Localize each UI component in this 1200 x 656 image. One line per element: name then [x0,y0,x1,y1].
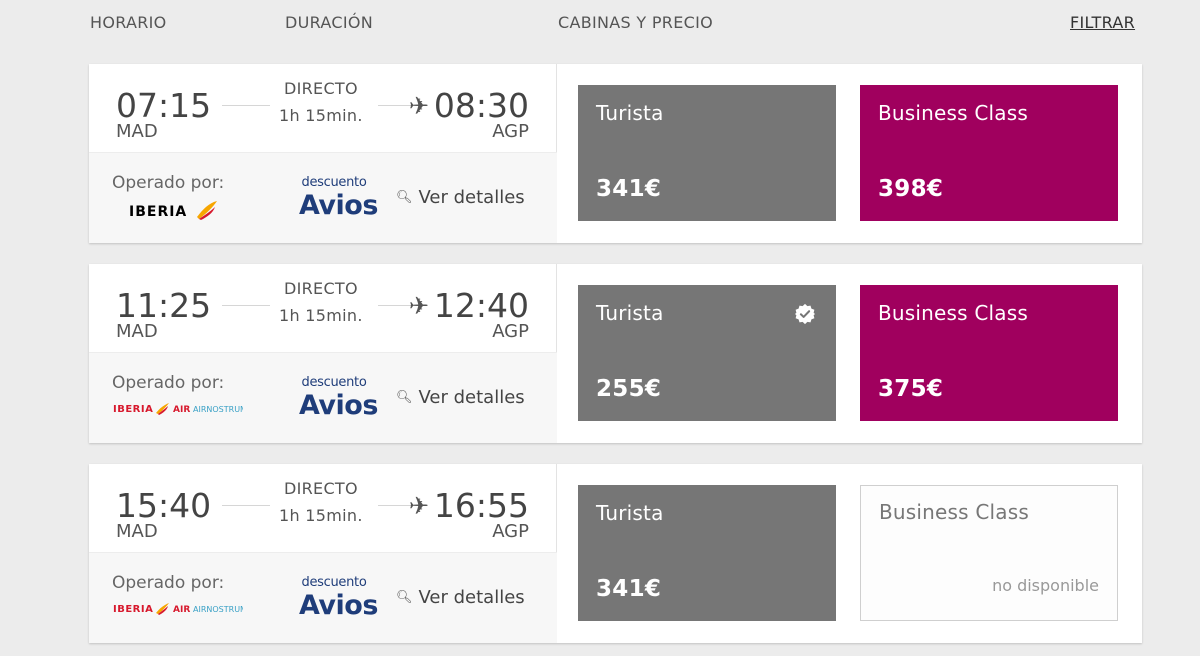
avios-discount-logo: descuento Avios [299,575,378,621]
duration-label: 1h 15min. [279,306,363,325]
view-details-link[interactable]: 🔍︎ Ver detalles [396,187,525,208]
iberia-airnostrum-logo: IBERIA AIR AIRNOSTRUM [113,597,247,621]
fare-name: Business Class [878,301,1028,325]
flight-extra: Operado por: IBERIA AIR AIRNOSTRUM descu… [89,352,557,443]
route-line [378,505,412,506]
column-header-duracion: DURACIÓN [285,13,374,32]
iberia-logo: IBERIA [113,197,223,221]
avios-discount-label: descuento [301,175,367,190]
fare-business-unavailable: Business Class no disponible [860,485,1118,621]
check-badge-icon [794,303,816,325]
search-icon: 🔍︎ [396,590,413,605]
stops-label: DIRECTO [284,79,358,98]
iberia-airnostrum-logo: IBERIA AIR AIRNOSTRUM [113,397,247,421]
svg-text:AIR: AIR [173,605,190,615]
search-icon: 🔍︎ [396,390,413,405]
route-line [222,305,270,306]
departure-time: 11:25 [116,286,212,325]
arrival-airport: AGP [492,321,529,342]
fare-name: Turista [596,301,664,325]
operated-by-label: Operado por: [112,573,225,593]
fare-business[interactable]: Business Class 398€ [860,85,1118,221]
flight-extra: Operado por: IBERIA descuento Avios 🔍︎ Ve… [89,152,557,243]
route-line [378,305,412,306]
plane-icon: ✈ [409,492,430,520]
unavailable-label: no disponible [992,576,1099,595]
duration-label: 1h 15min. [279,106,363,125]
fare-name: Turista [596,101,664,125]
fare-price: 341€ [596,176,662,202]
view-details-label: Ver detalles [418,187,525,208]
route-line [222,105,270,106]
fare-turista[interactable]: Turista 341€ [578,85,836,221]
flight-card: 11:25 MAD DIRECTO 1h 15min. ✈ 12:40 AGP … [89,264,1142,443]
search-icon: 🔍︎ [396,190,413,205]
departure-time: 07:15 [116,86,212,125]
arrival-airport: AGP [492,121,529,142]
departure-time: 15:40 [116,486,212,525]
duration-label: 1h 15min. [279,506,363,525]
avios-discount-logo: descuento Avios [299,175,378,221]
svg-text:AIRNOSTRUM: AIRNOSTRUM [193,605,243,614]
fare-name: Business Class [878,101,1028,125]
fare-turista[interactable]: Turista 255€ [578,285,836,421]
avios-discount-label: descuento [301,375,367,390]
arrival-time: 16:55 [433,486,529,525]
flight-card: 15:40 MAD DIRECTO 1h 15min. ✈ 16:55 AGP … [89,464,1142,643]
results-header: HORARIO DURACIÓN CABINAS Y PRECIO FILTRA… [0,0,1200,48]
fare-price: 375€ [878,376,944,402]
departure-airport: MAD [116,321,158,342]
operated-by-label: Operado por: [112,373,225,393]
view-details-link[interactable]: 🔍︎ Ver detalles [396,587,525,608]
svg-text:IBERIA: IBERIA [113,604,153,615]
view-details-link[interactable]: 🔍︎ Ver detalles [396,387,525,408]
fare-business[interactable]: Business Class 375€ [860,285,1118,421]
column-header-cabinas: CABINAS Y PRECIO [558,13,713,32]
flight-info: 15:40 MAD DIRECTO 1h 15min. ✈ 16:55 AGP … [89,464,557,643]
route-line [222,505,270,506]
svg-text:AIRNOSTRUM: AIRNOSTRUM [193,405,243,414]
svg-text:AIR: AIR [173,405,190,415]
arrival-time: 12:40 [433,286,529,325]
view-details-label: Ver detalles [418,387,525,408]
fare-price: 255€ [596,376,662,402]
plane-icon: ✈ [409,92,430,120]
stops-label: DIRECTO [284,279,358,298]
arrival-time: 08:30 [433,86,529,125]
fare-price: 341€ [596,576,662,602]
flight-schedule: 11:25 MAD DIRECTO 1h 15min. ✈ 12:40 AGP [89,264,557,352]
plane-icon: ✈ [409,292,430,320]
flight-info: 07:15 MAD DIRECTO 1h 15min. ✈ 08:30 AGP … [89,64,557,243]
avios-discount-label: descuento [301,575,367,590]
flight-info: 11:25 MAD DIRECTO 1h 15min. ✈ 12:40 AGP … [89,264,557,443]
arrival-airport: AGP [492,521,529,542]
fare-price: 398€ [878,176,944,202]
flight-schedule: 15:40 MAD DIRECTO 1h 15min. ✈ 16:55 AGP [89,464,557,552]
stops-label: DIRECTO [284,479,358,498]
departure-airport: MAD [116,121,158,142]
avios-label: Avios [299,390,378,421]
view-details-label: Ver detalles [418,587,525,608]
column-header-horario: HORARIO [90,13,167,32]
departure-airport: MAD [116,521,158,542]
operated-by-label: Operado por: [112,173,225,193]
route-line [378,105,412,106]
svg-text:IBERIA: IBERIA [113,404,153,415]
fare-name: Business Class [879,500,1029,524]
avios-label: Avios [299,190,378,221]
avios-label: Avios [299,590,378,621]
filter-link[interactable]: FILTRAR [1070,13,1135,32]
fare-name: Turista [596,501,664,525]
svg-text:IBERIA: IBERIA [129,204,187,220]
flight-extra: Operado por: IBERIA AIR AIRNOSTRUM descu… [89,552,557,643]
avios-discount-logo: descuento Avios [299,375,378,421]
flight-card: 07:15 MAD DIRECTO 1h 15min. ✈ 08:30 AGP … [89,64,1142,243]
flight-schedule: 07:15 MAD DIRECTO 1h 15min. ✈ 08:30 AGP [89,64,557,152]
fare-turista[interactable]: Turista 341€ [578,485,836,621]
